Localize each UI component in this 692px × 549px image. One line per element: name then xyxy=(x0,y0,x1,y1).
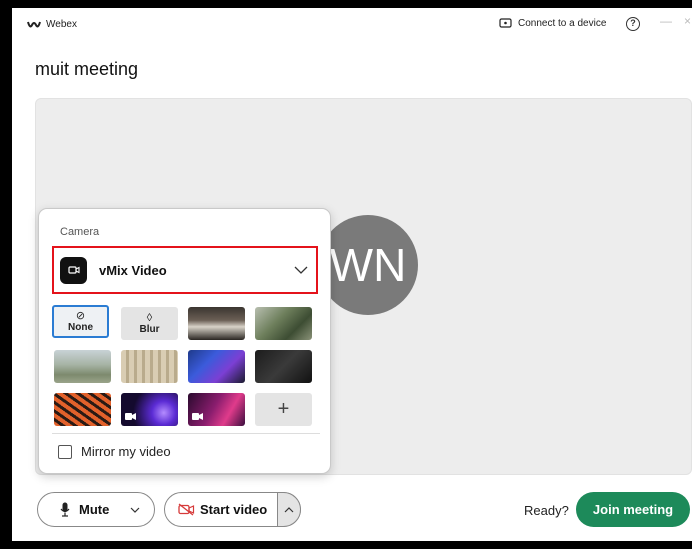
video-background-icon xyxy=(192,413,203,420)
camera-dropdown[interactable]: vMix Video xyxy=(52,246,318,294)
video-off-icon xyxy=(178,503,195,516)
divider xyxy=(52,433,320,434)
background-purple-video-tile[interactable] xyxy=(121,393,178,426)
background-none-label: None xyxy=(68,321,93,333)
mute-button[interactable]: Mute xyxy=(79,502,109,517)
chevron-up-icon xyxy=(284,506,294,512)
webex-logo-icon xyxy=(27,21,41,27)
chevron-down-icon[interactable] xyxy=(130,507,140,513)
background-garden-image[interactable] xyxy=(255,307,312,340)
background-none-tile[interactable]: ⊘ None xyxy=(52,305,109,338)
mirror-video-label: Mirror my video xyxy=(81,444,171,459)
no-background-icon: ⊘ xyxy=(75,309,86,322)
mirror-video-checkbox[interactable] xyxy=(58,444,72,459)
background-pink-video-tile[interactable] xyxy=(188,393,245,426)
background-blinds-image[interactable] xyxy=(121,350,178,383)
mute-control: Mute xyxy=(37,492,155,527)
background-landscape-image[interactable] xyxy=(54,350,111,383)
background-blue-purple-waves-image[interactable] xyxy=(188,350,245,383)
ready-label: Ready? xyxy=(524,503,569,518)
join-meeting-button[interactable]: Join meeting xyxy=(576,492,690,527)
minimize-button[interactable]: — xyxy=(660,14,672,28)
app-logo: Webex xyxy=(27,19,77,30)
background-orange-texture-image[interactable] xyxy=(54,393,111,426)
connect-to-device-button[interactable]: Connect to a device xyxy=(499,18,606,29)
start-video-control: Start video xyxy=(164,492,301,527)
help-icon[interactable]: ? xyxy=(626,17,640,31)
start-video-button[interactable]: Start video xyxy=(200,502,267,517)
background-blur-tile[interactable]: ◊ Blur xyxy=(121,307,178,340)
background-dark-abstract-image[interactable] xyxy=(255,350,312,383)
background-blur-label: Blur xyxy=(139,323,160,335)
meeting-title: muit meeting xyxy=(35,59,139,79)
selected-camera-name: vMix Video xyxy=(99,262,167,278)
webex-window: Webex Connect to a device ? — × muit mee… xyxy=(12,8,692,541)
app-name: Webex xyxy=(46,19,77,30)
screen-cast-icon xyxy=(499,18,512,28)
background-office-image[interactable] xyxy=(188,307,245,340)
title-bar: Webex Connect to a device ? — × xyxy=(12,8,692,44)
blur-drop-icon: ◊ xyxy=(146,311,153,324)
chevron-down-icon xyxy=(294,266,308,274)
video-background-icon xyxy=(125,413,136,420)
microphone-icon xyxy=(60,502,70,517)
close-button[interactable]: × xyxy=(684,14,691,28)
camera-settings-popup: Camera vMix Video ⊘ None ◊ Blur + Mirror… xyxy=(38,208,331,474)
avatar: WN xyxy=(318,215,418,315)
connect-label: Connect to a device xyxy=(518,18,607,29)
camera-icon xyxy=(60,256,87,284)
camera-section-label: Camera xyxy=(60,226,100,238)
video-options-toggle[interactable] xyxy=(277,492,301,527)
add-background-button[interactable]: + xyxy=(255,393,312,426)
mirror-video-option[interactable]: Mirror my video xyxy=(58,444,171,459)
